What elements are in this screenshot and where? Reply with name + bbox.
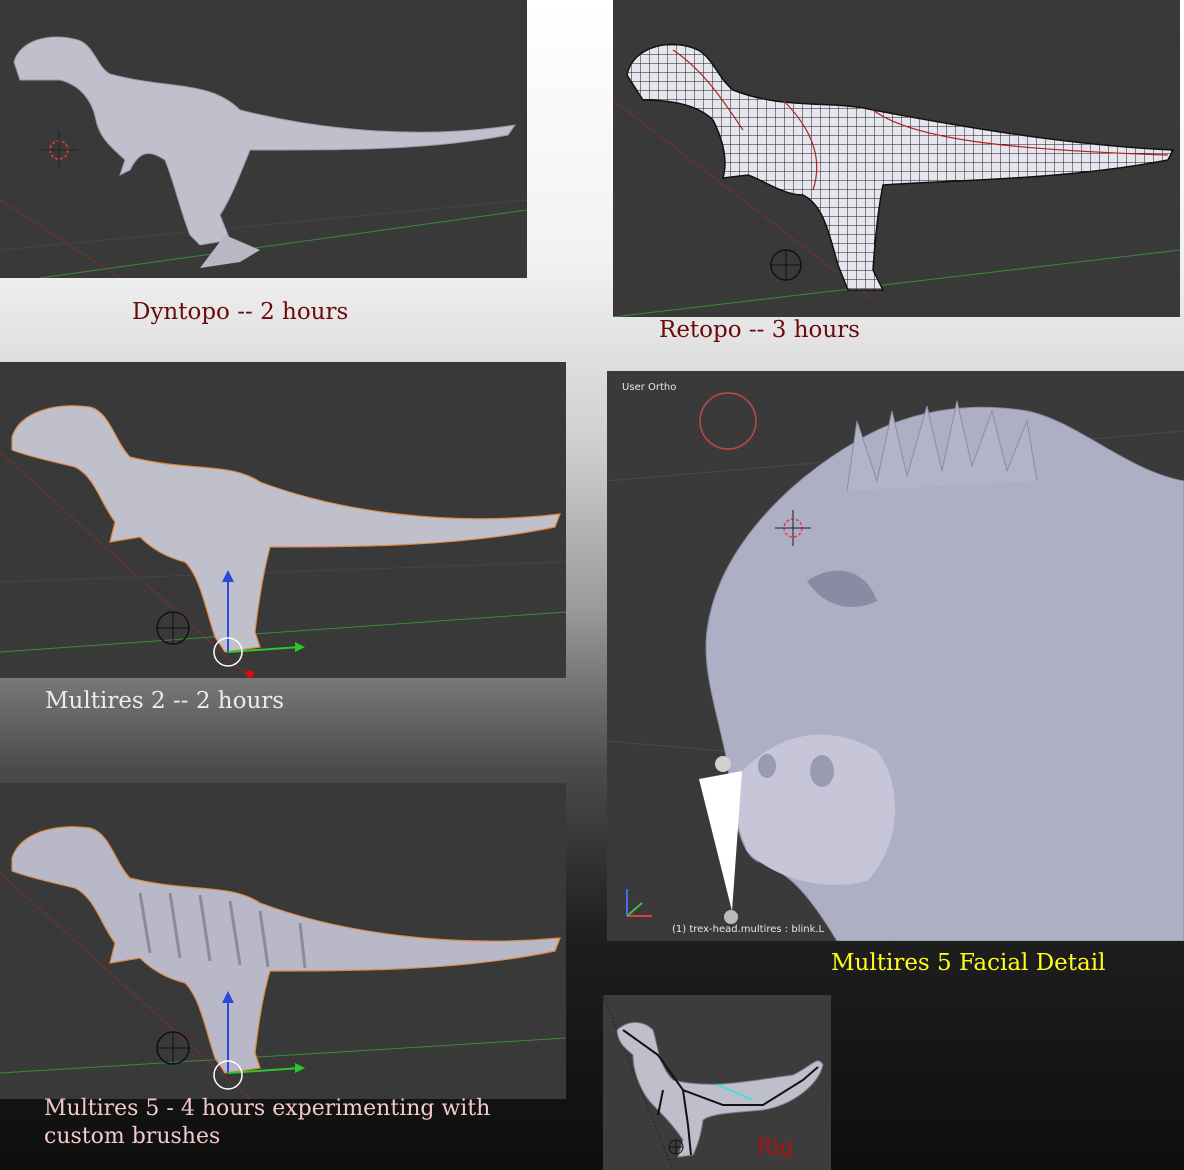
viewport-rig: Rig — [603, 995, 831, 1170]
camera-sphere-icon — [156, 611, 190, 645]
axis-widget-icon — [626, 889, 652, 917]
viewport-multires2 — [0, 362, 566, 678]
trex-mesh — [13, 36, 517, 246]
camera-sphere-icon — [668, 1139, 684, 1155]
caption-dyntopo: Dyntopo -- 2 hours — [132, 299, 349, 325]
viewport-dyntopo — [0, 0, 527, 278]
caption-multires5-line1: Multires 5 - 4 hours experimenting with — [44, 1096, 491, 1121]
caption-retopo: Retopo -- 3 hours — [659, 317, 860, 343]
viewport-multires5 — [0, 783, 566, 1099]
caption-facial-detail: Multires 5 Facial Detail — [831, 950, 1106, 976]
bone-shape — [699, 771, 742, 911]
retopo-render — [613, 43, 1180, 317]
viewport-retopo — [613, 0, 1180, 317]
object-label: (1) trex-head.multires : blink.L — [672, 924, 825, 935]
caption-rig: Rig — [756, 1135, 794, 1160]
facial-detail-render — [607, 392, 1184, 941]
camera-sphere-icon — [156, 1031, 190, 1065]
camera-sphere-icon — [770, 249, 802, 281]
rig-render — [603, 995, 824, 1170]
view-label: User Ortho — [622, 382, 677, 393]
dyntopo-render — [0, 36, 527, 278]
brush-radius-circle — [699, 392, 757, 450]
multires2-render — [0, 405, 566, 678]
caption-multires5-line2: custom brushes — [44, 1124, 221, 1149]
3d-cursor-icon — [40, 131, 78, 169]
trex-mesh — [11, 405, 561, 653]
caption-multires2: Multires 2 -- 2 hours — [45, 688, 285, 714]
viewport-facial-detail: User Ortho (1) trex-head.multires : blin… — [607, 371, 1184, 941]
multires5-render — [0, 826, 566, 1099]
trex-mesh — [11, 826, 561, 1074]
